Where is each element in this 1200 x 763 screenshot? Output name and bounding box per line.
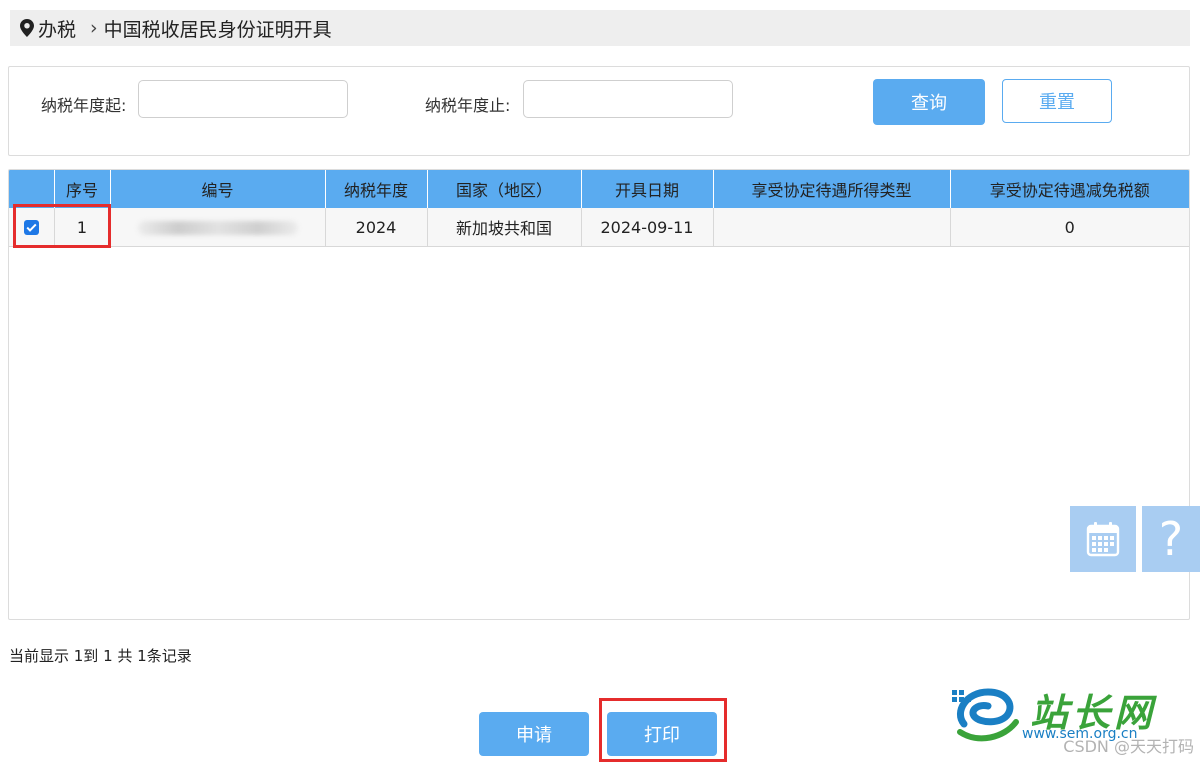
- tax-year-end-input[interactable]: [523, 80, 733, 118]
- column-header-select: [9, 170, 55, 208]
- row-country: 新加坡共和国: [427, 208, 582, 247]
- row-select-cell[interactable]: [9, 208, 55, 247]
- print-button[interactable]: 打印: [607, 712, 717, 756]
- pagination-info: 当前显示 1到 1 共 1条记录: [9, 647, 192, 665]
- table-header-row: 序号 编号 纳税年度 国家（地区） 开具日期 享受协定待遇所得类型 享受协定待遇…: [9, 170, 1189, 208]
- table-row[interactable]: 1 2024 新加坡共和国 2024-09-11 0: [9, 208, 1189, 247]
- checkmark-icon: [26, 223, 37, 232]
- column-header-tax-year: 纳税年度: [325, 170, 428, 208]
- row-relief-amount: 0: [950, 208, 1189, 247]
- column-header-seq: 序号: [54, 170, 111, 208]
- apply-button[interactable]: 申请: [479, 712, 589, 756]
- column-header-number: 编号: [110, 170, 326, 208]
- search-button[interactable]: 查询: [873, 79, 985, 125]
- redacted-number: [137, 221, 298, 235]
- reset-button[interactable]: 重置: [1002, 79, 1112, 123]
- column-header-income-type: 享受协定待遇所得类型: [713, 170, 951, 208]
- location-pin-icon: [20, 19, 34, 37]
- row-tax-year: 2024: [325, 208, 428, 247]
- results-table: 序号 编号 纳税年度 国家（地区） 开具日期 享受协定待遇所得类型 享受协定待遇…: [9, 170, 1189, 247]
- row-income-type: [713, 208, 951, 247]
- brand-logo-icon: [952, 688, 1019, 742]
- breadcrumb: 办税 › 中国税收居民身份证明开具: [10, 10, 1190, 46]
- tax-year-start-label: 纳税年度起:: [41, 96, 127, 115]
- row-issue-date: 2024-09-11: [581, 208, 714, 247]
- column-header-relief-amount: 享受协定待遇减免税额: [950, 170, 1189, 208]
- query-panel: 纳税年度起: 纳税年度止: 查询 重置: [8, 66, 1190, 156]
- row-checkbox[interactable]: [23, 219, 39, 235]
- column-header-issue-date: 开具日期: [581, 170, 714, 208]
- breadcrumb-root[interactable]: 办税: [38, 15, 76, 42]
- breadcrumb-separator: ›: [90, 17, 98, 39]
- column-header-country: 国家（地区）: [427, 170, 582, 208]
- row-seq: 1: [54, 208, 111, 247]
- csdn-watermark: CSDN @天天打码: [1063, 737, 1194, 756]
- row-number-cell: [110, 208, 326, 247]
- help-tool-button[interactable]: ?: [1142, 506, 1200, 572]
- help-icon: ?: [1158, 512, 1184, 566]
- tax-year-start-input[interactable]: [138, 80, 348, 118]
- calendar-icon: [1086, 522, 1120, 557]
- breadcrumb-current: 中国税收居民身份证明开具: [103, 18, 332, 41]
- results-table-wrapper: 序号 编号 纳税年度 国家（地区） 开具日期 享受协定待遇所得类型 享受协定待遇…: [8, 169, 1190, 620]
- tax-year-end-label: 纳税年度止:: [425, 96, 511, 115]
- calendar-tool-button[interactable]: [1070, 506, 1136, 572]
